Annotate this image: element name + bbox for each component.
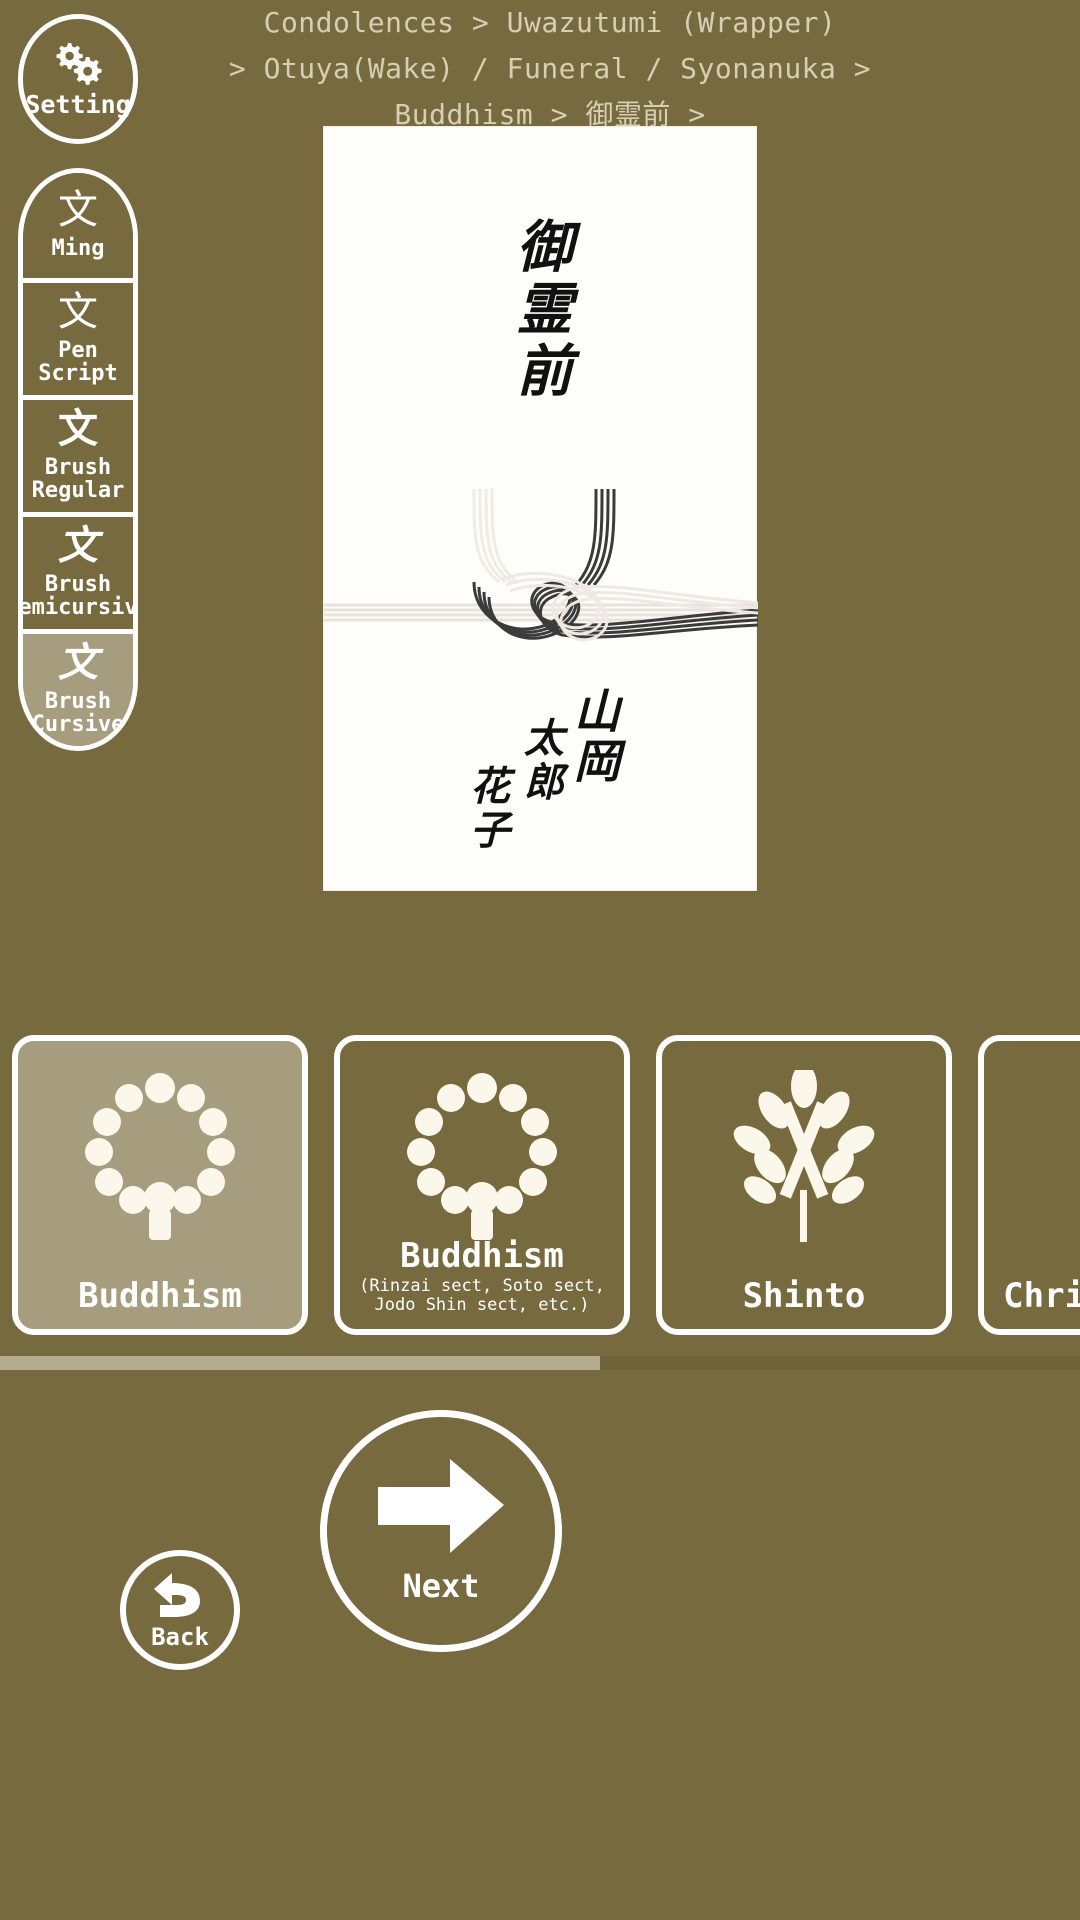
- font-item-label: Brush Semicursive: [18, 572, 138, 620]
- envelope-preview[interactable]: 御霊前 山岡 太郎 花子: [323, 126, 758, 891]
- horizontal-scrollbar-thumb[interactable]: [0, 1356, 600, 1370]
- gear-icon: [50, 40, 106, 88]
- category-card-list[interactable]: Buddhism Buddhism (Rinzai sect, Soto sect…: [0, 1035, 1080, 1355]
- cross-icon: [984, 1067, 1080, 1247]
- category-card-buddhism[interactable]: Buddhism: [12, 1035, 308, 1335]
- font-sample-glyph: 文: [58, 522, 98, 569]
- font-item-label: Brush Cursive: [31, 689, 125, 737]
- envelope-name-right: 太郎: [517, 717, 564, 805]
- breadcrumb: Condolences > Uwazutumi (Wrapper) > Otuy…: [228, 6, 872, 131]
- category-card-label: Buddhism: [78, 1276, 242, 1316]
- prayer-beads-icon: [18, 1067, 302, 1247]
- app-root: Condolences > Uwazutumi (Wrapper) > Otuy…: [0, 0, 1080, 1920]
- back-button-label: Back: [151, 1623, 209, 1651]
- font-item-brush-regular[interactable]: 文 Brush Regular: [23, 400, 133, 517]
- arrow-right-icon: [378, 1459, 504, 1553]
- font-sample-glyph: 文: [58, 639, 98, 686]
- font-item-ming[interactable]: 文 Ming: [23, 173, 133, 283]
- category-card-buddhism-sects[interactable]: Buddhism (Rinzai sect, Soto sect, Jodo Sh…: [334, 1035, 630, 1335]
- envelope-names: 山岡 太郎 花子: [460, 687, 621, 853]
- envelope-title: 御霊前: [507, 217, 573, 403]
- category-card-label: Christianity: [1003, 1276, 1080, 1316]
- category-card-christianity[interactable]: Christianity: [978, 1035, 1080, 1335]
- font-style-list[interactable]: 文Ming文Pen Script文Brush Regular文Brush Sem…: [18, 168, 138, 751]
- next-button[interactable]: Next: [320, 1410, 562, 1652]
- horizontal-scrollbar-track[interactable]: [0, 1356, 1080, 1370]
- category-card-label: Shinto: [742, 1276, 866, 1316]
- back-button[interactable]: Back: [120, 1550, 240, 1670]
- bottom-navigation-bar: Next Back: [0, 1372, 1080, 1920]
- font-item-brush-cursive[interactable]: 文 Brush Cursive: [23, 634, 133, 746]
- undo-arrow-icon: [154, 1573, 200, 1617]
- envelope-surname: 山岡: [567, 687, 621, 787]
- font-item-label: Ming: [51, 236, 105, 261]
- font-sample-glyph: 文: [58, 405, 98, 452]
- next-button-label: Next: [402, 1567, 480, 1605]
- font-item-pen-script[interactable]: 文 Pen Script: [23, 283, 133, 400]
- setting-button-label: Setting: [25, 89, 131, 119]
- font-sample-glyph: 文: [58, 289, 98, 335]
- envelope-name-left: 花子: [463, 765, 510, 853]
- category-card-shinto[interactable]: Shinto: [656, 1035, 952, 1335]
- font-sample-glyph: 文: [58, 187, 98, 233]
- category-card-sublabel: (Rinzai sect, Soto sect, Jodo Shin sect,…: [359, 1276, 605, 1315]
- prayer-beads-icon: [340, 1067, 624, 1247]
- sakaki-branch-icon: [662, 1067, 946, 1247]
- font-item-brush-semicursive[interactable]: 文Brush Semicursive: [23, 517, 133, 634]
- mizuhiki-knot-icon: [324, 488, 758, 642]
- font-item-label: Pen Script: [38, 338, 118, 386]
- font-item-label: Brush Regular: [31, 455, 125, 503]
- setting-button[interactable]: Setting: [18, 14, 138, 144]
